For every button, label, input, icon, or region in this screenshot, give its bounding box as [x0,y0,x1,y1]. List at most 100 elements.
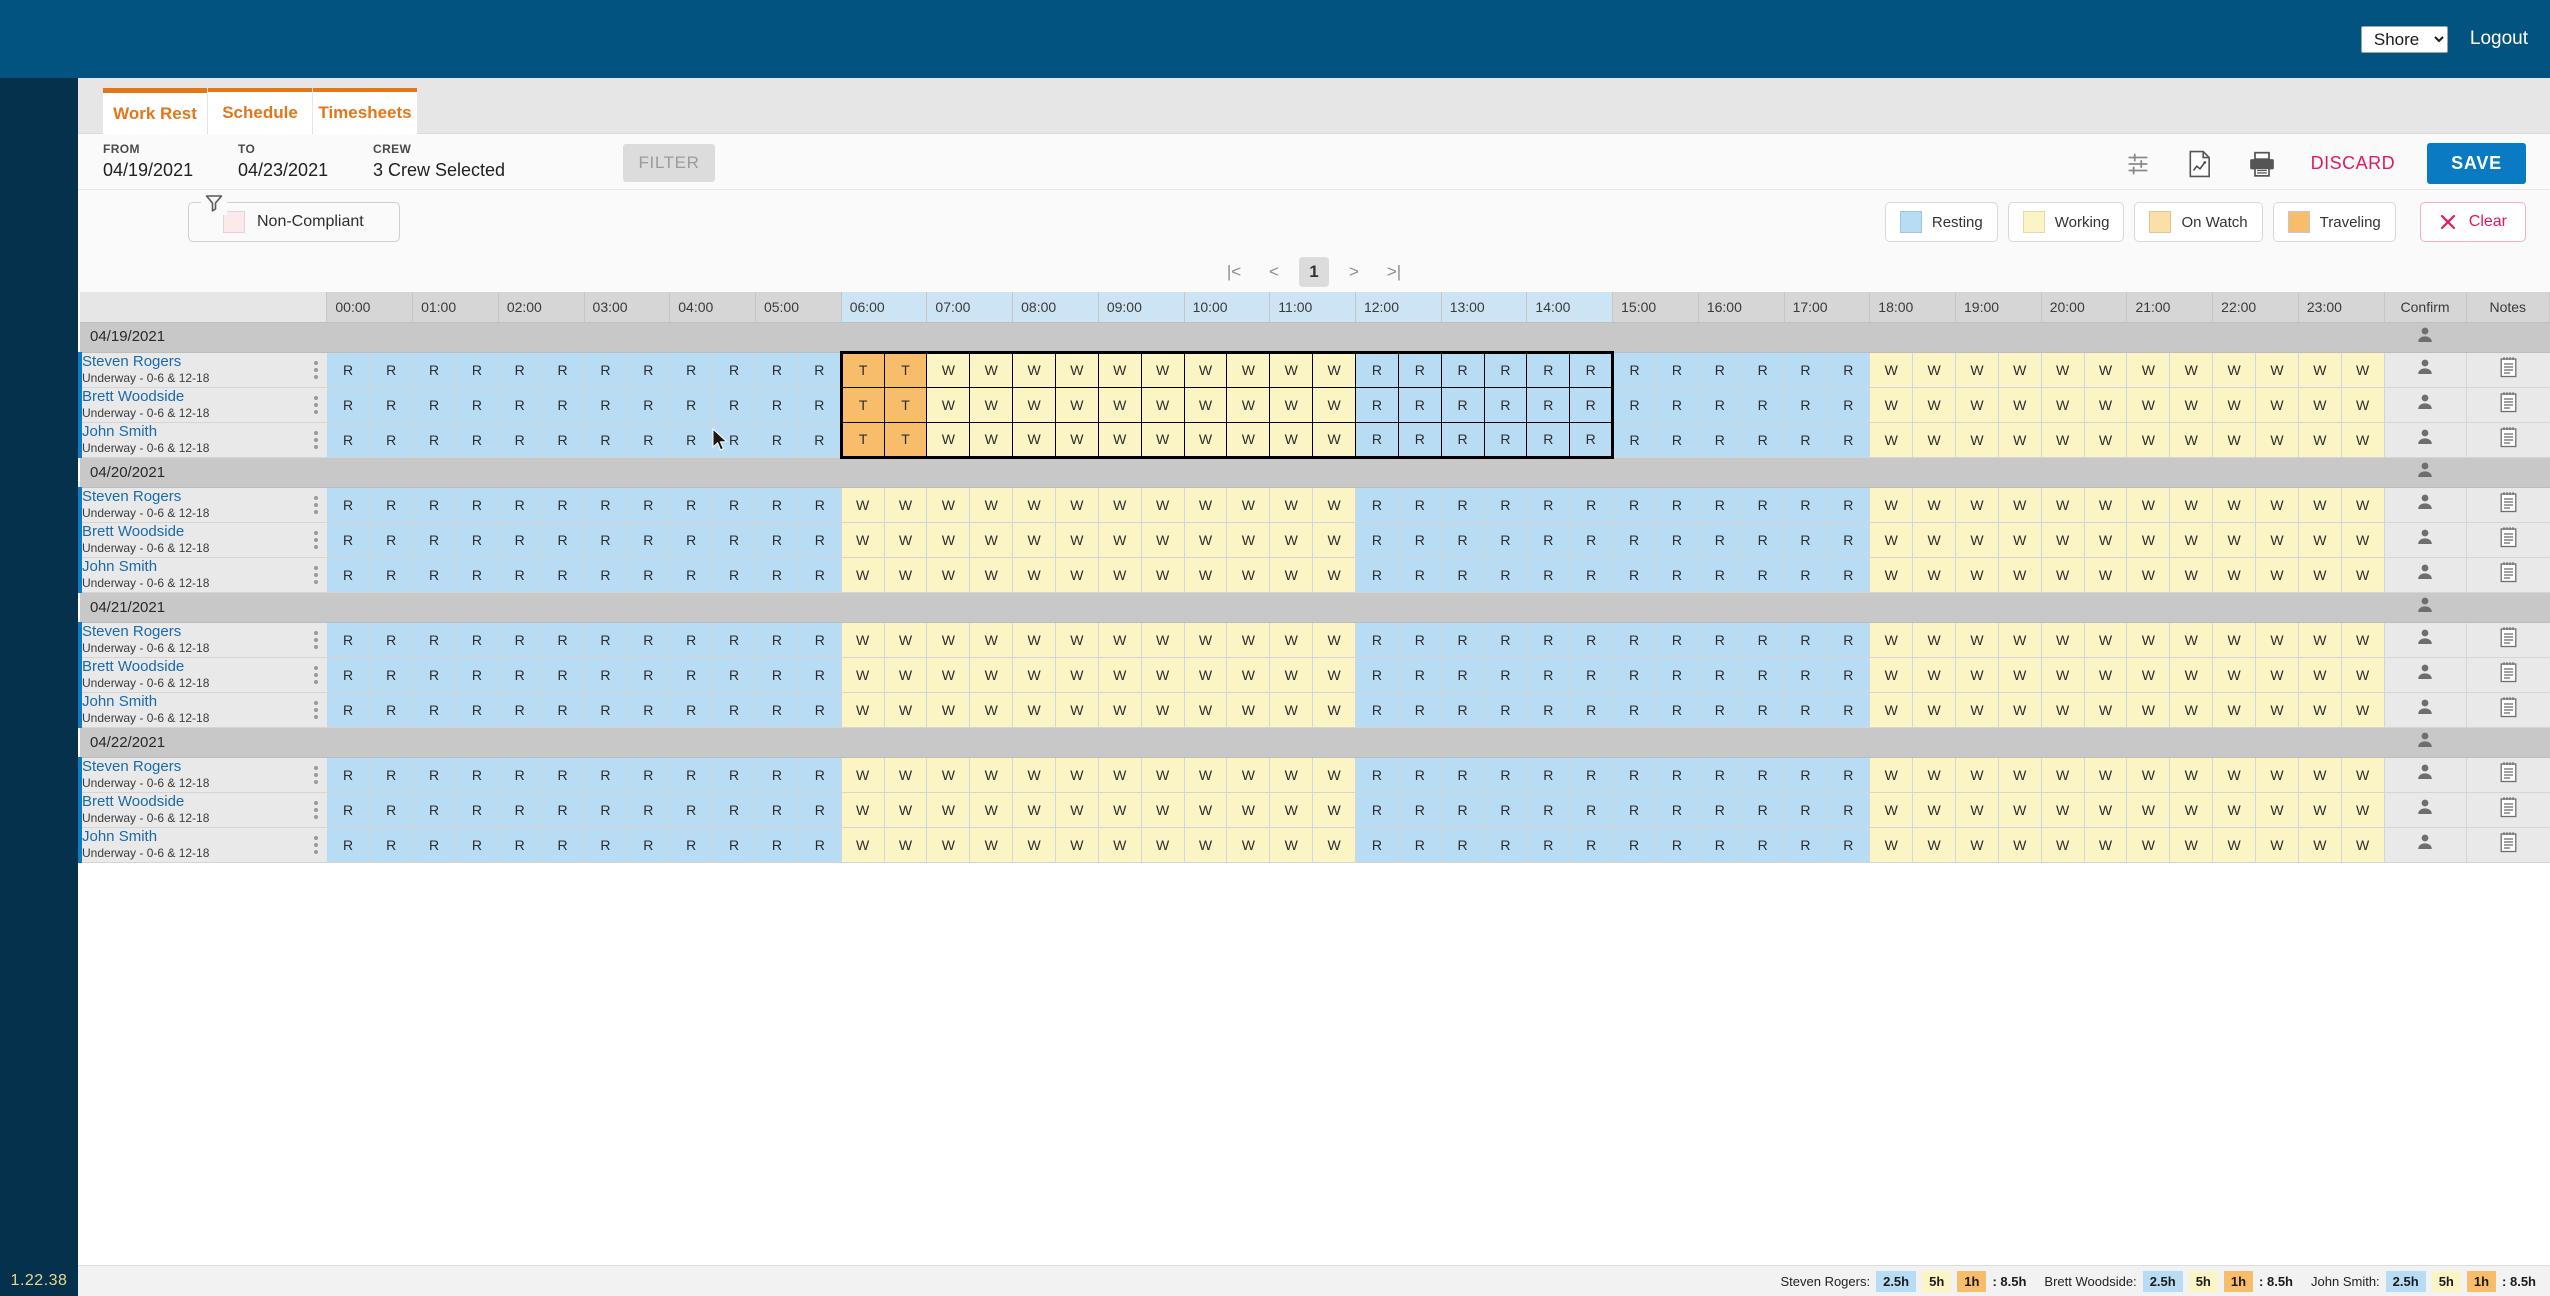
slot-cell[interactable]: R [712,657,756,693]
slot-cell[interactable]: W [2041,352,2085,388]
slot-cell[interactable]: W [2169,352,2214,388]
slot-cell[interactable]: R [1612,487,1656,523]
slot-cell[interactable]: R [1526,827,1571,863]
crew-row-menu-icon[interactable] [313,565,318,584]
slot-cell[interactable]: W [1098,522,1142,558]
hour-header-09-00[interactable]: 09:00 [1098,292,1185,323]
slot-cell[interactable]: W [926,827,971,863]
confirm-cell[interactable] [2383,422,2466,458]
slot-cell[interactable]: R [584,657,628,693]
slot-cell[interactable]: W [1955,352,1999,388]
slot-cell[interactable]: R [755,487,799,523]
slot-cell[interactable]: W [2169,622,2214,658]
crew-row-menu-icon[interactable] [313,700,318,719]
slot-cell[interactable]: R [412,622,456,658]
slot-cell[interactable]: T [883,421,928,459]
slot-cell[interactable]: W [1183,421,1228,459]
crew-name-cell[interactable]: Brett Woodside Underway - 0-6 & 12-18 [78,387,327,423]
slot-cell[interactable]: R [1612,387,1656,423]
slot-cell[interactable]: R [1441,557,1485,593]
slot-cell[interactable]: R [755,352,799,388]
slot-cell[interactable]: W [2084,622,2128,658]
slot-cell[interactable]: R [1655,487,1699,523]
slot-cell[interactable]: W [2041,657,2085,693]
slot-cell[interactable]: R [369,522,414,558]
crew-name-cell[interactable]: Steven Rogers Underway - 0-6 & 12-18 [78,487,327,523]
slot-cell[interactable]: W [1869,557,1914,593]
slot-cell[interactable]: W [2255,757,2299,793]
slot-cell[interactable]: W [1269,522,1314,558]
hour-header-02-00[interactable]: 02:00 [498,292,585,323]
slot-cell[interactable]: R [455,522,499,558]
slot-cell[interactable]: R [326,522,371,558]
slot-cell[interactable]: W [1097,421,1142,459]
legend-item-traveling[interactable]: Traveling [2272,202,2396,242]
slot-cell[interactable]: R [1569,522,1614,558]
slot-cell[interactable]: W [1141,792,1185,828]
slot-cell[interactable]: R [326,422,371,458]
slot-cell[interactable]: R [541,352,585,388]
slot-cell[interactable]: W [1097,350,1142,388]
slot-cell[interactable]: W [1184,557,1228,593]
notes-cell[interactable] [2465,792,2550,828]
slot-cell[interactable]: R [1398,827,1442,863]
slot-cell[interactable]: W [1869,692,1914,728]
slot-cell[interactable]: R [1354,421,1399,459]
slot-cell[interactable]: R [1698,352,1742,388]
slot-cell[interactable]: W [2169,387,2214,423]
slot-cell[interactable]: R [1569,657,1614,693]
hour-header-16-00[interactable]: 16:00 [1698,292,1785,323]
slot-cell[interactable]: R [1484,522,1528,558]
slot-cell[interactable]: W [1054,421,1099,459]
slot-cell[interactable]: R [798,352,842,388]
slot-cell[interactable]: R [1483,421,1528,459]
slot-cell[interactable]: R [498,557,542,593]
slot-cell[interactable]: W [2126,487,2171,523]
notes-cell[interactable] [2465,422,2550,458]
slot-cell[interactable]: W [1312,827,1356,863]
slot-cell[interactable]: W [1912,692,1956,728]
slot-cell[interactable]: W [2169,487,2214,523]
slot-cell[interactable]: R [1698,422,1742,458]
slot-cell[interactable]: W [969,827,1014,863]
slot-cell[interactable]: W [2084,792,2128,828]
slot-cell[interactable]: W [2255,522,2299,558]
notes-cell[interactable] [2465,692,2550,728]
slot-cell[interactable]: R [1355,692,1399,728]
slot-cell[interactable]: W [1269,657,1314,693]
slot-cell[interactable]: R [669,692,714,728]
slot-cell[interactable]: W [1998,422,2042,458]
slot-cell[interactable]: W [2341,692,2385,728]
slot-cell[interactable]: R [1526,487,1571,523]
slot-cell[interactable]: W [1226,692,1271,728]
slot-cell[interactable]: W [1869,622,1914,658]
hour-header-20-00[interactable]: 20:00 [2041,292,2128,323]
hour-header-04-00[interactable]: 04:00 [669,292,756,323]
slot-cell[interactable]: W [926,557,971,593]
notes-cell[interactable] [2465,622,2550,658]
slot-cell[interactable]: W [2298,792,2342,828]
slot-cell[interactable]: R [1655,757,1699,793]
slot-cell[interactable]: T [883,350,928,388]
slot-cell[interactable]: R [541,827,585,863]
slot-cell[interactable]: W [2169,657,2214,693]
slot-cell[interactable]: R [412,757,456,793]
slot-cell[interactable]: R [712,692,756,728]
slot-cell[interactable]: R [1441,827,1485,863]
slot-cell[interactable]: R [584,792,628,828]
slot-cell[interactable]: R [1526,622,1571,658]
slot-cell[interactable]: W [1141,657,1185,693]
slot-cell[interactable]: W [2084,422,2128,458]
slot-cell[interactable]: R [498,422,542,458]
slot-cell[interactable]: W [1098,557,1142,593]
notes-cell[interactable] [2465,827,2550,863]
slot-cell[interactable]: W [926,487,971,523]
pagination-prev[interactable]: < [1259,257,1289,287]
slot-cell[interactable]: W [2255,657,2299,693]
notes-cell[interactable] [2465,352,2550,388]
slot-cell[interactable]: R [669,557,714,593]
slot-cell[interactable]: W [2255,792,2299,828]
slot-cell[interactable]: W [1955,387,1999,423]
slot-cell[interactable]: R [1526,522,1571,558]
slot-cell[interactable]: W [2126,757,2171,793]
